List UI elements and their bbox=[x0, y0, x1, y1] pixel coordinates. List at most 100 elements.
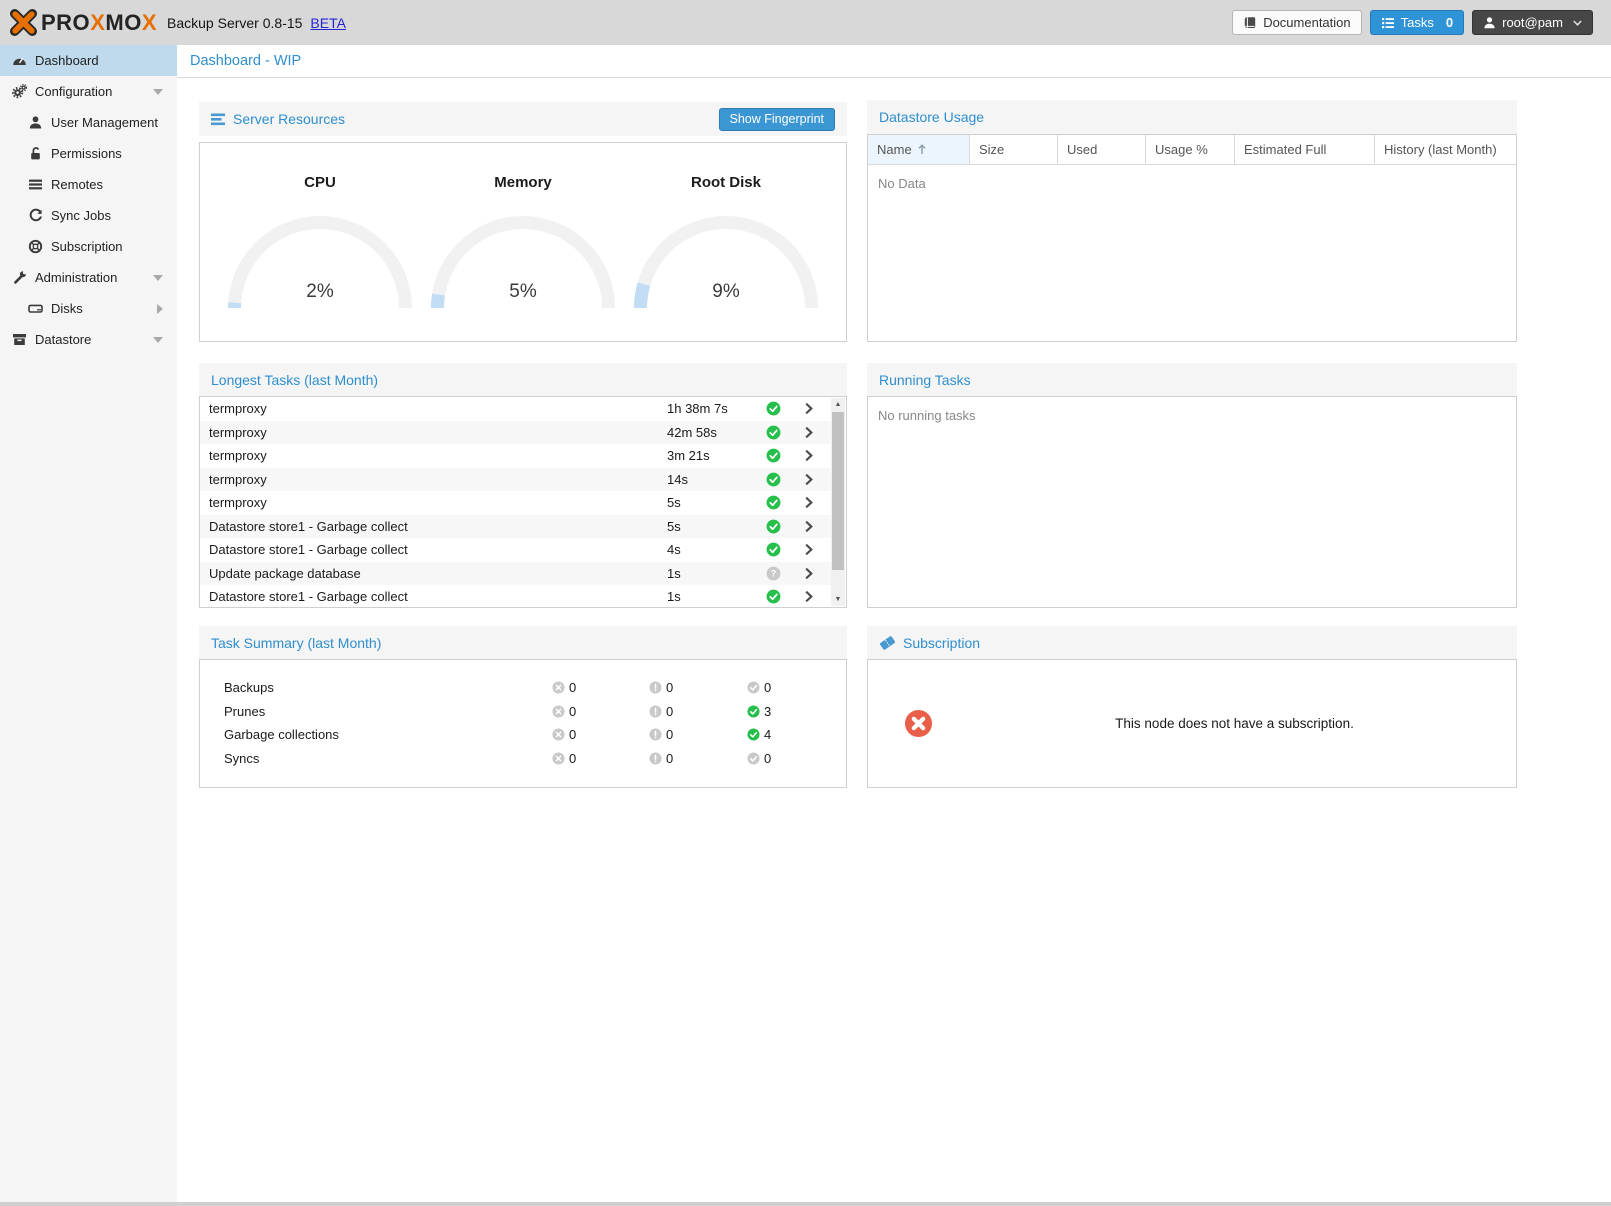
column-header-estimated-full[interactable]: Estimated Full bbox=[1235, 135, 1375, 164]
sidebar-item-user-management[interactable]: User Management bbox=[0, 107, 177, 138]
error-count[interactable]: 0 bbox=[569, 727, 576, 742]
hdd-icon bbox=[28, 301, 43, 316]
sidebar-item-configuration[interactable]: Configuration bbox=[0, 76, 177, 107]
check-circle-icon bbox=[766, 519, 781, 534]
user-icon bbox=[28, 115, 43, 130]
sidebar-item-administration[interactable]: Administration bbox=[0, 262, 177, 293]
chevron-down-icon bbox=[1573, 20, 1582, 26]
summary-row-backups[interactable]: Backups 0 0 0 bbox=[200, 676, 846, 700]
task-summary-title: Task Summary (last Month) bbox=[211, 635, 381, 651]
task-name: Datastore store1 - Garbage collect bbox=[200, 542, 408, 557]
summary-label: Prunes bbox=[200, 704, 265, 719]
task-row[interactable]: Datastore store1 - Garbage collect1s bbox=[200, 585, 831, 607]
column-header-name[interactable]: Name bbox=[868, 135, 970, 164]
scroll-down-arrow[interactable]: ▼ bbox=[831, 593, 845, 606]
longest-tasks-header: Longest Tasks (last Month) bbox=[199, 363, 847, 396]
check-circle-icon bbox=[766, 448, 781, 463]
scrollbar[interactable]: ▲ ▼ bbox=[831, 398, 845, 606]
column-header-used[interactable]: Used bbox=[1058, 135, 1146, 164]
task-row[interactable]: termproxy14s bbox=[200, 468, 831, 492]
sidebar-item-sync-jobs[interactable]: Sync Jobs bbox=[0, 200, 177, 231]
error-count[interactable]: 0 bbox=[569, 751, 576, 766]
question-circle-icon: ? bbox=[766, 566, 781, 581]
ok-circle-icon bbox=[747, 681, 760, 694]
error-count[interactable]: 0 bbox=[569, 704, 576, 719]
server-resources-header: Server Resources Show Fingerprint bbox=[199, 102, 847, 136]
task-name: termproxy bbox=[200, 401, 267, 416]
summary-label: Garbage collections bbox=[200, 727, 339, 742]
open-task-chevron-icon[interactable] bbox=[801, 425, 816, 440]
sidebar-item-datastore[interactable]: Datastore bbox=[0, 324, 177, 355]
open-task-chevron-icon[interactable] bbox=[801, 448, 816, 463]
sidebar-item-label: Administration bbox=[35, 270, 117, 285]
column-header-label: Usage % bbox=[1155, 142, 1208, 157]
column-header-history-last-month-[interactable]: History (last Month) bbox=[1375, 135, 1516, 164]
beta-link[interactable]: BETA bbox=[310, 15, 346, 31]
task-row[interactable]: termproxy3m 21s bbox=[200, 444, 831, 468]
refresh-icon bbox=[28, 208, 43, 223]
task-name: termproxy bbox=[200, 472, 267, 487]
open-task-chevron-icon[interactable] bbox=[801, 519, 816, 534]
column-header-label: Estimated Full bbox=[1244, 142, 1326, 157]
user-menu-button[interactable]: root@pam bbox=[1472, 10, 1593, 35]
summary-label: Backups bbox=[200, 680, 274, 695]
sidebar-item-permissions[interactable]: Permissions bbox=[0, 138, 177, 169]
summary-row-prunes[interactable]: Prunes 0 0 3 bbox=[200, 700, 846, 724]
warning-circle-icon bbox=[649, 752, 662, 765]
open-task-chevron-icon[interactable] bbox=[801, 495, 816, 510]
warning-count[interactable]: 0 bbox=[666, 680, 673, 695]
scroll-up-arrow[interactable]: ▲ bbox=[831, 398, 845, 411]
task-name: Update package database bbox=[200, 566, 361, 581]
open-task-chevron-icon[interactable] bbox=[801, 401, 816, 416]
open-task-chevron-icon[interactable] bbox=[801, 542, 816, 557]
sidebar-item-dashboard[interactable]: Dashboard bbox=[0, 45, 177, 76]
error-circle-icon bbox=[552, 681, 565, 694]
running-tasks-body: No running tasks bbox=[867, 396, 1517, 608]
server-resources-body: CPU2%Memory5%Root Disk9% bbox=[199, 142, 847, 342]
archive-icon bbox=[12, 332, 27, 347]
sidebar-item-disks[interactable]: Disks bbox=[0, 293, 177, 324]
summary-label: Syncs bbox=[200, 751, 259, 766]
collapse-arrow-icon[interactable] bbox=[157, 304, 163, 314]
task-row[interactable]: Datastore store1 - Garbage collect4s bbox=[200, 538, 831, 562]
warning-count[interactable]: 0 bbox=[666, 751, 673, 766]
open-task-chevron-icon[interactable] bbox=[801, 566, 816, 581]
datastore-usage-column-headers: Name SizeUsed Usage % Estimated Full History… bbox=[868, 135, 1516, 165]
open-task-chevron-icon[interactable] bbox=[801, 472, 816, 487]
error-count[interactable]: 0 bbox=[569, 680, 576, 695]
expand-arrow-icon[interactable] bbox=[153, 275, 163, 281]
ok-count[interactable]: 0 bbox=[764, 751, 771, 766]
show-fingerprint-button[interactable]: Show Fingerprint bbox=[719, 108, 836, 131]
ok-count[interactable]: 3 bbox=[764, 704, 771, 719]
open-task-chevron-icon[interactable] bbox=[801, 589, 816, 604]
tasks-button[interactable]: Tasks 0 bbox=[1370, 10, 1464, 35]
ok-count[interactable]: 0 bbox=[764, 680, 771, 695]
summary-row-garbage-collections[interactable]: Garbage collections 0 0 4 bbox=[200, 723, 846, 747]
task-row[interactable]: termproxy5s bbox=[200, 491, 831, 515]
task-name: Datastore store1 - Garbage collect bbox=[200, 589, 408, 604]
task-row[interactable]: Update package database1s? bbox=[200, 562, 831, 586]
task-row[interactable]: termproxy42m 58s bbox=[200, 421, 831, 445]
product-version-label: Backup Server 0.8-15 bbox=[167, 15, 302, 31]
warning-count[interactable]: 0 bbox=[666, 704, 673, 719]
error-circle-icon bbox=[552, 752, 565, 765]
column-header-usage-[interactable]: Usage % bbox=[1146, 135, 1235, 164]
expand-arrow-icon[interactable] bbox=[153, 89, 163, 95]
ok-count[interactable]: 4 bbox=[764, 727, 771, 742]
task-row[interactable]: termproxy1h 38m 7s bbox=[200, 397, 831, 421]
summary-row-syncs[interactable]: Syncs 0 0 0 bbox=[200, 747, 846, 771]
life-ring-icon bbox=[28, 239, 43, 254]
sidebar-item-remotes[interactable]: Remotes bbox=[0, 169, 177, 200]
expand-arrow-icon[interactable] bbox=[153, 337, 163, 343]
sidebar-item-label: Remotes bbox=[51, 177, 103, 192]
check-circle-icon bbox=[766, 589, 781, 604]
sidebar-item-subscription[interactable]: Subscription bbox=[0, 231, 177, 262]
documentation-button[interactable]: Documentation bbox=[1232, 10, 1361, 35]
column-header-label: Name bbox=[877, 142, 912, 157]
scrollbar-thumb[interactable] bbox=[832, 412, 844, 570]
column-header-size[interactable]: Size bbox=[970, 135, 1058, 164]
memory-gauge: Memory5% bbox=[423, 143, 623, 341]
warning-count[interactable]: 0 bbox=[666, 727, 673, 742]
check-circle-icon bbox=[766, 495, 781, 510]
task-row[interactable]: Datastore store1 - Garbage collect5s bbox=[200, 515, 831, 539]
